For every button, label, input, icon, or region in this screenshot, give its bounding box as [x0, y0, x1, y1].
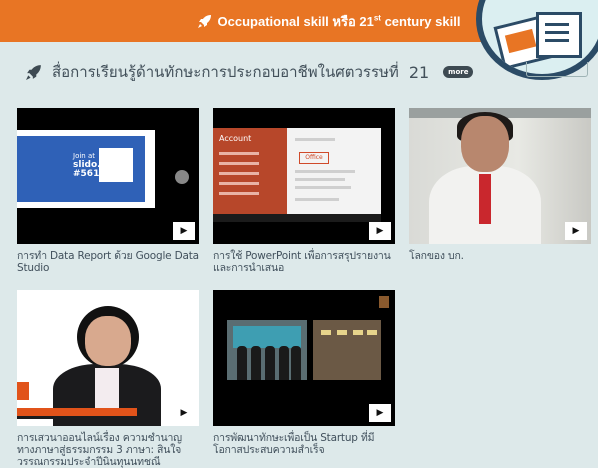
- video-thumbnail[interactable]: Join at slido.com #561 915 ▶: [17, 108, 199, 244]
- section-title: สื่อการเรียนรู้ด้านทักษะการประกอบอาชีพใน…: [52, 63, 399, 81]
- panel-edge: [526, 62, 588, 77]
- video-caption[interactable]: การทำ Data Report ด้วย Google Data Studi…: [17, 250, 199, 274]
- more-button[interactable]: more: [443, 66, 474, 78]
- video-caption[interactable]: การใช้ PowerPoint เพื่อการสรุปรายงานและก…: [213, 250, 395, 274]
- play-icon[interactable]: ▶: [173, 222, 195, 240]
- video-card[interactable]: ▶ การพัฒนาทักษะเพื่อเป็น Startup ที่มีโอ…: [213, 290, 395, 456]
- video-card[interactable]: ▶ โลกของ บก.: [409, 108, 591, 262]
- qr-code-icon: [99, 148, 133, 182]
- section-count: 21: [408, 62, 430, 82]
- video-thumbnail[interactable]: ▶: [409, 108, 591, 244]
- video-caption[interactable]: การพัฒนาทักษะเพื่อเป็น Startup ที่มีโอกา…: [213, 432, 395, 456]
- video-thumbnail[interactable]: ▶: [17, 290, 199, 426]
- rocket-icon: [26, 65, 41, 80]
- banner-title: Occupational skill หรือ 21st century ski…: [197, 11, 460, 32]
- video-card[interactable]: ▶ การเสวนาออนไลน์เรื่อง ความชำนาญทางภาษา…: [17, 290, 199, 468]
- rocket-icon: [197, 15, 211, 28]
- play-icon[interactable]: ▶: [565, 222, 587, 240]
- play-icon[interactable]: ▶: [369, 404, 391, 422]
- video-card[interactable]: Join at slido.com #561 915 ▶ การทำ Data Re…: [17, 108, 199, 274]
- section-header: สื่อการเรียนรู้ด้านทักษะการประกอบอาชีพใน…: [26, 60, 474, 84]
- video-thumbnail[interactable]: Account Office ▶: [213, 108, 395, 244]
- play-icon[interactable]: ▶: [173, 404, 195, 422]
- play-icon[interactable]: ▶: [369, 222, 391, 240]
- video-caption[interactable]: โลกของ บก.: [409, 250, 591, 262]
- video-card[interactable]: Account Office ▶ การใช้ PowerPoint เพื่อ…: [213, 108, 395, 274]
- video-thumbnail[interactable]: ▶: [213, 290, 395, 426]
- video-caption[interactable]: การเสวนาออนไลน์เรื่อง ความชำนาญทางภาษาสู…: [17, 432, 199, 468]
